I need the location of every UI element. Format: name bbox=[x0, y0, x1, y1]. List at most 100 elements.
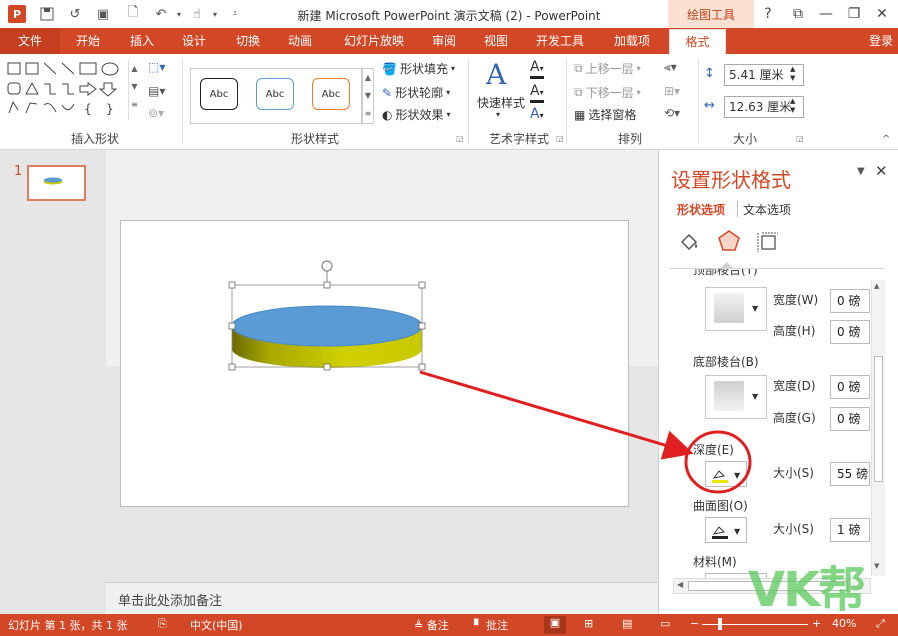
tab-slideshow[interactable]: 幻灯片放映 bbox=[336, 28, 412, 54]
pane-close-icon[interactable]: ✕ bbox=[875, 162, 888, 180]
comments-toggle-button[interactable]: ▘ 批注 bbox=[474, 617, 508, 633]
bottom-bevel-height-label: 高度(G) bbox=[773, 411, 816, 425]
zoom-level[interactable]: 40% bbox=[832, 617, 856, 630]
fill-line-icon[interactable] bbox=[677, 230, 701, 254]
scrollbar-thumb[interactable] bbox=[874, 356, 883, 482]
top-bevel-height-input[interactable]: 0 磅 bbox=[830, 320, 870, 344]
bottom-bevel-width-input[interactable]: 0 磅 bbox=[830, 375, 870, 399]
top-bevel-width-input[interactable]: 0 磅 bbox=[830, 289, 870, 313]
size-properties-icon[interactable] bbox=[756, 230, 780, 254]
divider bbox=[182, 58, 183, 144]
login-link[interactable]: 登录 bbox=[864, 28, 898, 54]
selection-pane-button[interactable]: ▦ 选择窗格 bbox=[574, 106, 636, 123]
shape-fill-button[interactable]: 🪣 形状填充 ▾ bbox=[382, 60, 455, 77]
group-label-size: 大小 bbox=[732, 132, 757, 146]
merge-shapes-icon: ⊚▾ bbox=[148, 106, 165, 120]
normal-view-icon[interactable]: ▣ bbox=[544, 616, 566, 634]
contour-size-input[interactable]: 1 磅 bbox=[830, 518, 870, 542]
zoom-slider[interactable] bbox=[702, 618, 808, 630]
tab-shape-options[interactable]: 形状选项 bbox=[677, 201, 725, 218]
style-gallery-scroll[interactable]: ▲ ▼ ≡ bbox=[362, 68, 374, 124]
minimize-icon[interactable]: — bbox=[814, 4, 838, 24]
collapse-ribbon-icon[interactable]: ^ bbox=[882, 134, 890, 145]
annotation-overlay bbox=[419, 370, 752, 494]
help-button[interactable]: ? bbox=[756, 4, 780, 24]
tab-home[interactable]: 开始 bbox=[64, 28, 112, 54]
top-bevel-picker[interactable]: ▼ bbox=[705, 287, 767, 331]
slide-count-status: 幻灯片 第 1 张，共 1 张 bbox=[8, 619, 128, 632]
slide-thumbnail-pane bbox=[0, 150, 106, 614]
fit-slide-icon[interactable]: ⤢ bbox=[876, 617, 885, 631]
divider bbox=[698, 58, 699, 144]
material-label: 材料(M) bbox=[693, 555, 737, 569]
edit-shape-icon[interactable]: ⬚▾ bbox=[148, 60, 176, 78]
quick-styles-dropdown-icon[interactable]: ▾ bbox=[496, 110, 500, 119]
notes-pane[interactable]: 单击此处添加备注 bbox=[106, 582, 658, 614]
ribbon-display-options-icon[interactable]: ⧉ bbox=[786, 4, 810, 24]
slide-thumbnail[interactable] bbox=[27, 165, 86, 201]
svg-text:{: { bbox=[84, 102, 92, 116]
notes-placeholder: 单击此处添加备注 bbox=[118, 594, 223, 609]
tab-design[interactable]: 设计 bbox=[170, 28, 218, 54]
slide-sorter-icon[interactable]: ⊞ bbox=[584, 617, 593, 630]
style-sample-2[interactable]: Abc bbox=[256, 78, 294, 110]
cylinder-shape[interactable] bbox=[225, 255, 430, 375]
tab-text-options[interactable]: 文本选项 bbox=[743, 201, 791, 218]
tab-developer[interactable]: 开发工具 bbox=[528, 28, 592, 54]
effects-pentagon-icon[interactable] bbox=[716, 228, 742, 254]
tab-transitions[interactable]: 切换 bbox=[224, 28, 272, 54]
text-fill-icon[interactable]: A▾ bbox=[530, 60, 544, 79]
drawing-tools-context-label: 绘图工具 bbox=[668, 0, 754, 28]
dialog-launcher-icon[interactable]: ◲ bbox=[796, 134, 804, 143]
tab-format[interactable]: 格式 bbox=[669, 29, 726, 55]
spell-check-icon[interactable]: ⎘ bbox=[158, 617, 167, 631]
slideshow-view-icon[interactable]: ▭ bbox=[660, 617, 670, 630]
rotate-icon[interactable]: ⟲▾ bbox=[664, 106, 680, 120]
bottom-bevel-width-label: 宽度(D) bbox=[773, 379, 816, 393]
tab-file[interactable]: 文件 bbox=[0, 28, 60, 54]
ribbon: {} ▲ ▼ ≡ ⬚▾ ▤▾ ⊚▾ 插入形状 Abc Abc Abc ▲ ▼ ≡ 🪣 形状… bbox=[0, 54, 898, 150]
tab-review[interactable]: 审阅 bbox=[420, 28, 468, 54]
quick-styles-button[interactable]: 快速样式 bbox=[474, 94, 528, 111]
close-icon[interactable]: ✕ bbox=[870, 4, 894, 24]
tab-insert[interactable]: 插入 bbox=[118, 28, 166, 54]
shape-effects-button[interactable]: ◐ 形状效果 ▾ bbox=[382, 106, 451, 123]
depth-size-input[interactable]: 55 磅 bbox=[830, 462, 870, 486]
pane-vertical-scrollbar[interactable]: ▲ ▼ bbox=[871, 280, 885, 576]
style-sample-1[interactable]: Abc bbox=[200, 78, 238, 110]
depth-size-label: 大小(S) bbox=[773, 466, 814, 480]
text-outline-icon[interactable]: A▾ bbox=[530, 84, 544, 103]
contour-color-button[interactable]: ▼ bbox=[705, 517, 747, 543]
svg-text:}: } bbox=[106, 102, 114, 116]
shapes-gallery[interactable]: {} bbox=[6, 60, 138, 120]
text-box-icon[interactable]: ▤▾ bbox=[148, 84, 176, 102]
shape-outline-button[interactable]: ✎ 形状轮廓 ▾ bbox=[382, 84, 450, 101]
ribbon-tab-bar: 文件 开始 插入 设计 切换 动画 幻灯片放映 审阅 视图 开发工具 加载项 登… bbox=[0, 28, 898, 54]
top-bevel-label: 顶部棱台(T) bbox=[693, 269, 758, 277]
dialog-launcher-icon[interactable]: ◲ bbox=[456, 134, 464, 143]
style-sample-3[interactable]: Abc bbox=[312, 78, 350, 110]
rotation-handle-icon[interactable] bbox=[321, 260, 333, 272]
quick-styles-icon[interactable]: A bbox=[486, 58, 516, 92]
zoom-out-icon[interactable]: − bbox=[690, 617, 699, 630]
restore-icon[interactable]: ❐ bbox=[842, 4, 866, 24]
height-stepper[interactable]: ▲ ▼ bbox=[790, 65, 795, 83]
tab-view[interactable]: 视图 bbox=[472, 28, 520, 54]
divider bbox=[468, 58, 469, 144]
notes-toggle-button[interactable]: ≜ 备注 bbox=[414, 617, 449, 633]
dialog-launcher-icon[interactable]: ◲ bbox=[556, 134, 564, 143]
language-status[interactable]: 中文(中国) bbox=[190, 617, 243, 633]
zoom-in-icon[interactable]: + bbox=[812, 617, 821, 630]
tab-animations[interactable]: 动画 bbox=[276, 28, 324, 54]
text-effects-icon[interactable]: A▾ bbox=[530, 106, 544, 122]
width-stepper[interactable]: ▲ ▼ bbox=[790, 97, 795, 115]
gallery-scroll[interactable]: ▲ ▼ ≡ bbox=[128, 60, 140, 120]
bottom-bevel-height-input[interactable]: 0 磅 bbox=[830, 407, 870, 431]
group-icon: ⊞▾ bbox=[664, 84, 681, 98]
align-icon[interactable]: ⫷▾ bbox=[664, 60, 677, 75]
tab-addins[interactable]: 加载项 bbox=[600, 28, 664, 54]
pane-options-icon[interactable]: ▼ bbox=[857, 166, 865, 177]
send-backward-button: ⧉ 下移一层 ▾ bbox=[574, 85, 641, 100]
zoom-slider-thumb[interactable] bbox=[718, 618, 722, 630]
reading-view-icon[interactable]: ▤ bbox=[622, 617, 632, 630]
